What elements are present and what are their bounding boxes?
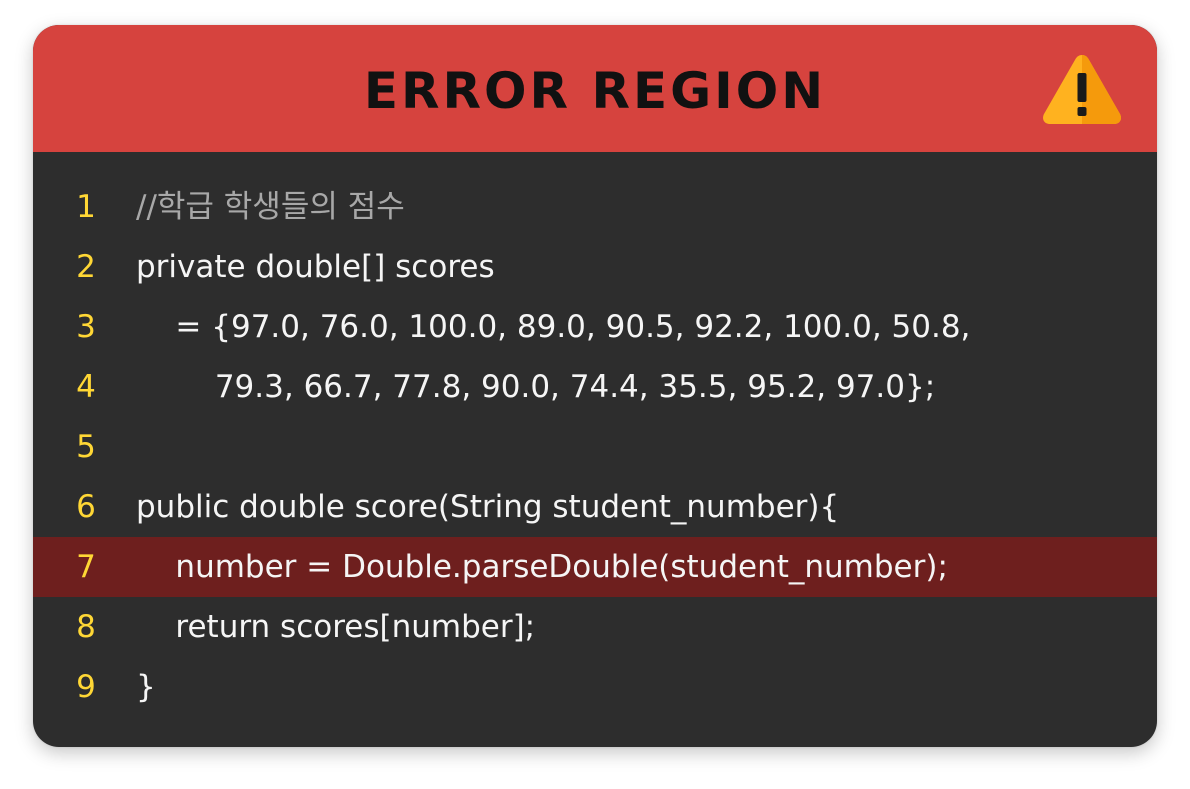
line-number: 8 (76, 609, 96, 645)
header-title: ERROR REGION (363, 62, 827, 120)
line-number: 7 (76, 549, 96, 585)
error-line-highlight: 7 number = Double.parseDouble(student_nu… (33, 537, 1157, 597)
code-text: return scores[number]; (136, 609, 536, 645)
warning-icon (1043, 55, 1121, 124)
code-line: 4 79.3, 66.7, 77.8, 90.0, 74.4, 35.5, 95… (33, 357, 1157, 417)
code-block: 1 //학급 학생들의 점수 2 private double[] scores… (33, 177, 1157, 717)
code-line: 6 public double score(String student_num… (33, 477, 1157, 537)
code-text: } (136, 669, 156, 705)
line-number: 6 (76, 489, 96, 525)
line-number: 4 (76, 369, 96, 405)
code-line: 9 } (33, 657, 1157, 717)
code-line: 3 = {97.0, 76.0, 100.0, 89.0, 90.5, 92.2… (33, 297, 1157, 357)
error-code-text: number = Double.parseDouble(student_numb… (136, 549, 948, 585)
error-region-card: ERROR REGION 1 //학급 학생들의 점수 2 private do… (33, 25, 1157, 747)
code-line: 1 //학급 학생들의 점수 (33, 177, 1157, 237)
code-line: 8 return scores[number]; (33, 597, 1157, 657)
line-number: 9 (76, 669, 96, 705)
error-header: ERROR REGION (33, 25, 1157, 152)
line-number: 3 (76, 309, 96, 345)
code-line: 5 (33, 417, 1157, 477)
code-text: private double[] scores (136, 249, 495, 285)
code-line: 2 private double[] scores (33, 237, 1157, 297)
line-number: 1 (76, 189, 96, 225)
code-text: public double score(String student_numbe… (136, 489, 840, 525)
line-number: 5 (76, 429, 96, 465)
code-text: = {97.0, 76.0, 100.0, 89.0, 90.5, 92.2, … (136, 309, 971, 345)
code-text: 79.3, 66.7, 77.8, 90.0, 74.4, 35.5, 95.2… (136, 369, 936, 405)
line-number: 2 (76, 249, 96, 285)
code-comment: //학급 학생들의 점수 (136, 189, 405, 225)
